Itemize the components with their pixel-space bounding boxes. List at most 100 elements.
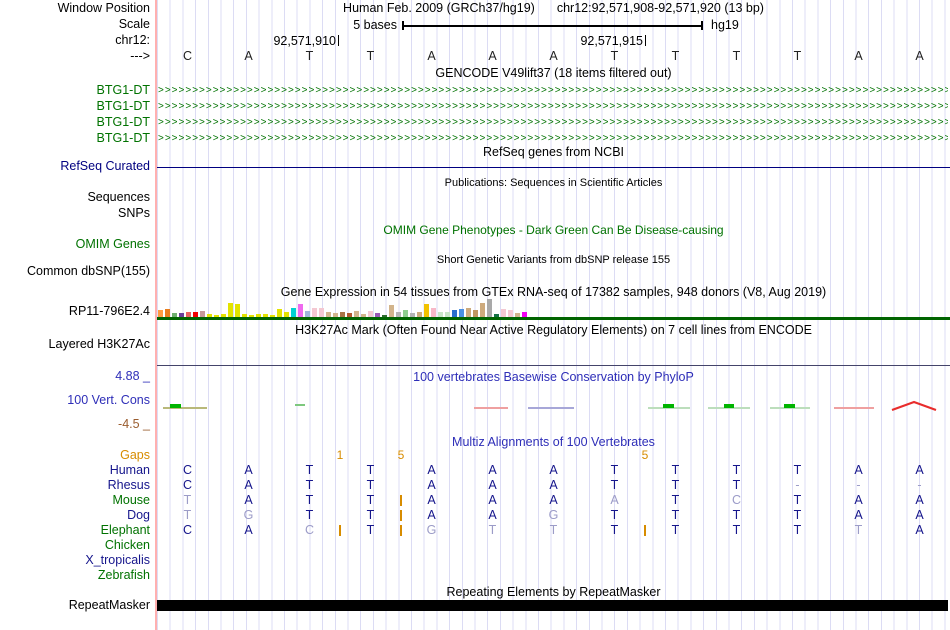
multiz-base-cell[interactable]: A	[218, 494, 279, 507]
dbsnp-label[interactable]: Common dbSNP(155)	[0, 265, 150, 278]
multiz-base-cell[interactable]: C	[157, 464, 218, 477]
gencode-gene-arrow-line[interactable]: >>>>>>>>>>>>>>>>>>>>>>>>>>>>>>>>>>>>>>>>…	[158, 84, 948, 97]
gencode-gene-label[interactable]: BTG1-DT	[0, 132, 150, 145]
gencode-gene-label[interactable]: BTG1-DT	[0, 84, 150, 97]
multiz-base-cell[interactable]: T	[584, 509, 645, 522]
gtex-tissue-bar[interactable]	[431, 308, 436, 317]
multiz-base-cell[interactable]: A	[462, 479, 523, 492]
conservation-positive-box[interactable]	[663, 404, 674, 408]
conservation-peak[interactable]	[891, 400, 937, 412]
multiz-gaps-label[interactable]: Gaps	[0, 449, 150, 462]
multiz-base-cell[interactable]: A	[889, 524, 950, 537]
multiz-base-cell[interactable]: T	[767, 464, 828, 477]
multiz-base-cell[interactable]: T	[340, 509, 401, 522]
snps-label[interactable]: SNPs	[0, 207, 150, 220]
multiz-base-cell[interactable]: A	[401, 479, 462, 492]
gtex-tissue-bar[interactable]	[452, 310, 457, 317]
multiz-base-cell[interactable]: T	[584, 464, 645, 477]
multiz-base-cell[interactable]: C	[706, 494, 767, 507]
multiz-base-cell[interactable]: T	[645, 494, 706, 507]
multiz-base-cell[interactable]: A	[889, 494, 950, 507]
multiz-base-cell[interactable]: T	[645, 524, 706, 537]
multiz-base-cell[interactable]: T	[828, 524, 889, 537]
gtex-tissue-bar[interactable]	[508, 310, 513, 317]
multiz-species-label[interactable]: Rhesus	[0, 479, 150, 492]
multiz-base-cell[interactable]: C	[279, 524, 340, 537]
multiz-base-cell[interactable]: A	[523, 494, 584, 507]
multiz-base-cell[interactable]: A	[218, 524, 279, 537]
multiz-base-cell[interactable]: A	[401, 509, 462, 522]
gtex-gene-model-line[interactable]	[157, 317, 950, 320]
gtex-tissue-bar[interactable]	[389, 305, 394, 317]
gencode-gene-arrow-line[interactable]: >>>>>>>>>>>>>>>>>>>>>>>>>>>>>>>>>>>>>>>>…	[158, 132, 948, 145]
multiz-species-label[interactable]: Mouse	[0, 494, 150, 507]
conservation-label[interactable]: 100 Vert. Cons	[0, 394, 150, 407]
multiz-base-cell[interactable]: G	[401, 524, 462, 537]
repeatmasker-label[interactable]: RepeatMasker	[0, 599, 150, 612]
multiz-base-cell[interactable]: T	[767, 509, 828, 522]
multiz-base-cell[interactable]: -	[889, 479, 950, 492]
gtex-tissue-bar[interactable]	[480, 303, 485, 317]
gtex-tissue-bar[interactable]	[158, 310, 163, 317]
multiz-base-cell[interactable]: T	[584, 479, 645, 492]
multiz-base-cell[interactable]: T	[584, 524, 645, 537]
gtex-gene-label[interactable]: RP11-796E2.4	[0, 305, 150, 318]
gtex-tissue-bar[interactable]	[312, 308, 317, 317]
multiz-base-cell[interactable]: T	[279, 494, 340, 507]
multiz-base-cell[interactable]: A	[462, 494, 523, 507]
multiz-base-cell[interactable]: A	[462, 464, 523, 477]
conservation-positive-box[interactable]	[724, 404, 734, 408]
multiz-base-cell[interactable]: A	[401, 494, 462, 507]
conservation-positive-box[interactable]	[295, 404, 305, 406]
multiz-base-cell[interactable]: G	[523, 509, 584, 522]
gtex-tissue-bar[interactable]	[501, 309, 506, 317]
gencode-gene-label[interactable]: BTG1-DT	[0, 116, 150, 129]
gtex-tissue-bar[interactable]	[298, 304, 303, 317]
repeatmasker-element-bar[interactable]	[157, 600, 948, 611]
multiz-species-label[interactable]: Zebrafish	[0, 569, 150, 582]
multiz-base-cell[interactable]: T	[767, 494, 828, 507]
multiz-base-cell[interactable]: T	[157, 494, 218, 507]
multiz-base-cell[interactable]: T	[706, 464, 767, 477]
multiz-base-cell[interactable]: A	[462, 509, 523, 522]
multiz-base-cell[interactable]: T	[340, 464, 401, 477]
multiz-base-cell[interactable]: A	[828, 494, 889, 507]
multiz-base-cell[interactable]: T	[645, 479, 706, 492]
gtex-tissue-bar[interactable]	[319, 308, 324, 317]
multiz-base-cell[interactable]: T	[706, 479, 767, 492]
conservation-positive-box[interactable]	[170, 404, 181, 408]
gtex-tissue-bar[interactable]	[235, 304, 240, 317]
multiz-base-cell[interactable]: A	[889, 509, 950, 522]
conservation-line[interactable]	[474, 407, 508, 409]
multiz-base-cell[interactable]: A	[401, 464, 462, 477]
multiz-base-cell[interactable]: -	[828, 479, 889, 492]
conservation-positive-box[interactable]	[784, 404, 795, 408]
conservation-line[interactable]	[528, 407, 574, 409]
multiz-base-cell[interactable]: T	[279, 509, 340, 522]
multiz-base-cell[interactable]: T	[767, 524, 828, 537]
gtex-tissue-bar[interactable]	[403, 310, 408, 317]
multiz-base-cell[interactable]: C	[157, 524, 218, 537]
gtex-tissue-bar[interactable]	[424, 304, 429, 317]
multiz-base-cell[interactable]: T	[340, 524, 401, 537]
multiz-base-cell[interactable]: -	[767, 479, 828, 492]
multiz-base-cell[interactable]: T	[340, 494, 401, 507]
gtex-tissue-bar[interactable]	[487, 299, 492, 317]
gencode-gene-arrow-line[interactable]: >>>>>>>>>>>>>>>>>>>>>>>>>>>>>>>>>>>>>>>>…	[158, 116, 948, 129]
omim-genes-label[interactable]: OMIM Genes	[0, 238, 150, 251]
multiz-base-cell[interactable]: A	[828, 464, 889, 477]
multiz-base-cell[interactable]: T	[706, 524, 767, 537]
multiz-base-cell[interactable]: T	[279, 464, 340, 477]
multiz-base-cell[interactable]: T	[523, 524, 584, 537]
multiz-base-cell[interactable]: T	[340, 479, 401, 492]
multiz-base-cell[interactable]: A	[828, 509, 889, 522]
gtex-tissue-bar[interactable]	[466, 308, 471, 317]
multiz-base-cell[interactable]: C	[157, 479, 218, 492]
multiz-base-cell[interactable]: T	[706, 509, 767, 522]
multiz-base-cell[interactable]: A	[523, 464, 584, 477]
multiz-species-label[interactable]: Human	[0, 464, 150, 477]
refseq-curated-label[interactable]: RefSeq Curated	[0, 160, 150, 173]
h3k27ac-label[interactable]: Layered H3K27Ac	[0, 338, 150, 351]
multiz-species-label[interactable]: X_tropicalis	[0, 554, 150, 567]
multiz-base-cell[interactable]: A	[889, 464, 950, 477]
